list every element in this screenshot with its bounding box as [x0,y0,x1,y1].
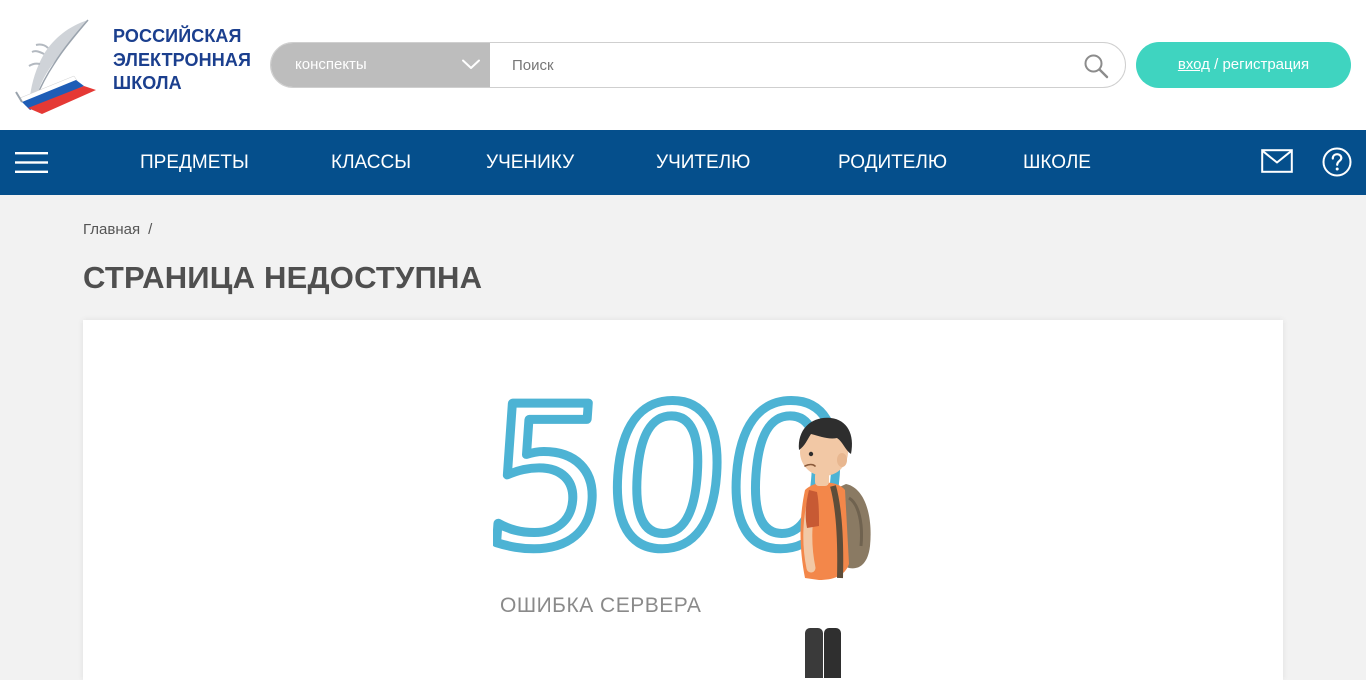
nav-item-classes[interactable]: КЛАССЫ [331,152,411,174]
site-logo[interactable]: РОССИЙСКАЯ ЭЛЕКТРОННАЯ ШКОЛА [14,18,254,114]
error-500-illustration: 500 [493,378,871,678]
logo-line-1: РОССИЙСКАЯ [113,26,242,46]
search-category-dropdown[interactable]: конспекты [271,43,490,87]
mail-icon[interactable] [1261,149,1293,173]
menu-icon[interactable] [15,151,48,174]
breadcrumb: Главная / [83,221,152,239]
nav-item-school[interactable]: ШКОЛЕ [1023,152,1091,174]
error-code: 500 [493,378,850,593]
login-link[interactable]: вход [1178,56,1210,73]
logo-line-2: ЭЛЕКТРОННАЯ [113,49,251,70]
page-title: СТРАНИЦА НЕДОСТУПНА [83,260,483,295]
nav-item-subjects[interactable]: ПРЕДМЕТЫ [140,152,249,174]
nav-item-parents[interactable]: РОДИТЕЛЮ [838,152,947,174]
nav-item-teachers[interactable]: УЧИТЕЛЮ [656,152,750,174]
feather-logo-icon [15,19,96,114]
nav-item-students[interactable]: УЧЕНИКУ [486,152,574,174]
breadcrumb-separator: / [148,221,153,238]
search-bar: конспекты [270,42,1126,88]
search-input[interactable] [490,43,1070,87]
breadcrumb-home-link[interactable]: Главная [83,221,140,238]
search-icon[interactable] [1083,53,1109,79]
site-header: РОССИЙСКАЯ ЭЛЕКТРОННАЯ ШКОЛА конспекты в… [0,0,1366,130]
main-navigation: ПРЕДМЕТЫ КЛАССЫ УЧЕНИКУ УЧИТЕЛЮ РОДИТЕЛЮ… [0,130,1366,195]
logo-line-3: ШКОЛА [113,73,182,93]
register-link[interactable]: / регистрация [1210,56,1309,73]
search-category-label: конспекты [295,56,367,73]
boy-illustration [798,417,871,678]
error-caption: ОШИБКА СЕРВЕРА [500,594,702,617]
help-icon[interactable] [1322,147,1352,177]
logo-text: РОССИЙСКАЯ ЭЛЕКТРОННАЯ ШКОЛА [113,25,251,96]
error-card: 500 ОШИБКА СЕРВЕРА [83,320,1283,680]
chevron-down-icon [462,59,480,69]
login-register-button[interactable]: вход / регистрация [1136,42,1351,88]
